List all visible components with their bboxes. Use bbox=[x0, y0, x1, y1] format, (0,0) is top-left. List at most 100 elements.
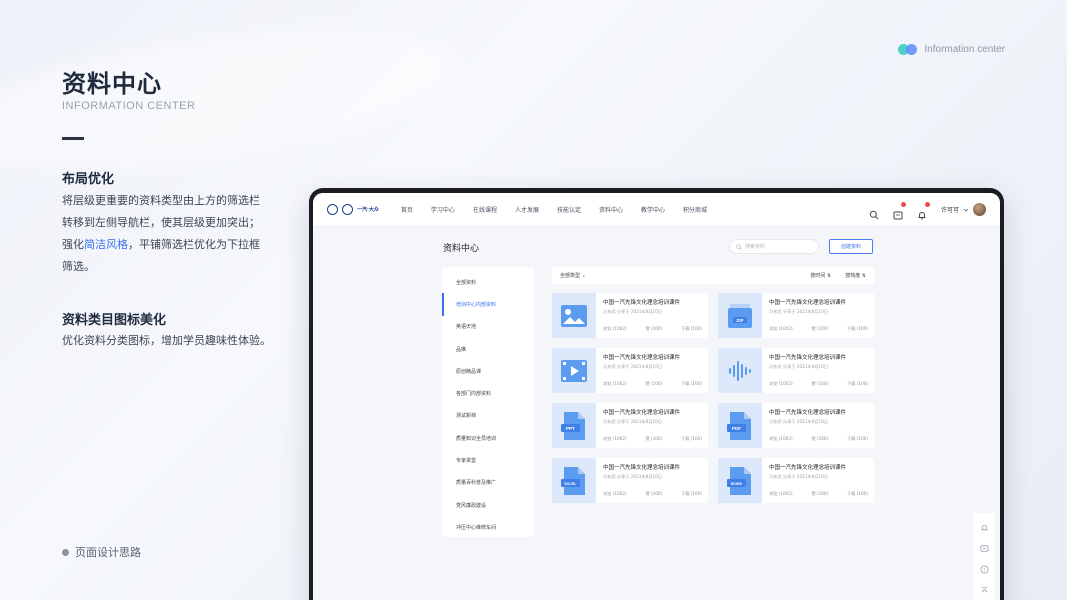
resource-card[interactable]: 中国一汽先锋文化理念培训课件 冯东武 分享于 2021年8月10日 浏览 (1002… bbox=[718, 348, 874, 393]
card-likes[interactable]: 赞 (100) bbox=[811, 326, 828, 332]
sort-by-time[interactable]: 按时间 ⇅ bbox=[810, 272, 831, 279]
resource-card[interactable]: 中国一汽先锋文化理念培训课件 冯东武 分享于 2021年8月10日 浏览 (1002… bbox=[552, 348, 708, 393]
card-downloads[interactable]: 下载 (100) bbox=[681, 381, 702, 387]
card-views: 浏览 (1002) bbox=[769, 381, 793, 386]
card-meta: 冯东武 分享于 2021年8月10日 bbox=[769, 474, 868, 480]
nav-item[interactable]: 技能认定 bbox=[557, 205, 581, 214]
card-likes[interactable]: 赞 (100) bbox=[645, 381, 662, 387]
card-downloads[interactable]: 下载 (100) bbox=[847, 491, 868, 497]
app-screen: 一汽·大众 首页 学习中心 在线课程 人才发展 技能认定 资料中心 教学中心 积… bbox=[313, 193, 1000, 600]
sidebar-item[interactable]: 品推 bbox=[442, 338, 534, 360]
card-likes[interactable]: 赞 (100) bbox=[811, 381, 828, 387]
card-date: 2021年8月10日 bbox=[630, 419, 663, 424]
notification-badge bbox=[924, 201, 930, 207]
nav-item[interactable]: 学习中心 bbox=[431, 205, 455, 214]
help-icon[interactable]: ? bbox=[979, 565, 989, 574]
type-dropdown[interactable]: 全部类型 ⌄ bbox=[560, 272, 586, 279]
card-downloads[interactable]: 下载 (100) bbox=[681, 491, 702, 497]
sidebar-item[interactable]: 质量知识全员培训 bbox=[442, 427, 534, 449]
intro-title: 资料中心 bbox=[62, 70, 162, 98]
sidebar-item[interactable]: 专家讲堂 bbox=[442, 449, 534, 471]
sort-by-hot[interactable]: 按热度 ⇅ bbox=[845, 272, 866, 279]
sidebar-item[interactable]: 测试新档 bbox=[442, 405, 534, 427]
nav-item[interactable]: 资料中心 bbox=[599, 205, 623, 214]
sidebar-item-active[interactable]: 培训中心内部资料 bbox=[442, 293, 534, 316]
sidebar-item[interactable]: 党风廉政建设 bbox=[442, 494, 534, 516]
card-info: 中国一汽先锋文化理念培训课件 冯东武 分享于 2021年8月10日 浏览 (1002… bbox=[762, 293, 874, 338]
bell-icon[interactable] bbox=[917, 201, 930, 220]
search-icon[interactable] bbox=[869, 205, 879, 219]
intro-divider bbox=[62, 137, 84, 140]
right-float-toolbar: ? bbox=[973, 513, 995, 600]
card-sharer: 分享于 bbox=[782, 364, 796, 369]
section1-line: 转移到左侧导航栏，使其层级更加突出； bbox=[62, 216, 260, 229]
card-sharer: 分享于 bbox=[782, 419, 796, 424]
sidebar-item[interactable]: 各部门内部资料 bbox=[442, 382, 534, 404]
card-meta: 冯东武 分享于 2021年8月10日 bbox=[769, 309, 868, 315]
card-meta: 冯东武 分享于 2021年8月10日 bbox=[603, 419, 702, 425]
card-likes[interactable]: 赞 (100) bbox=[645, 326, 662, 332]
nav-right-tools: 许可可 bbox=[869, 201, 986, 220]
card-views: 浏览 (1002) bbox=[769, 491, 793, 496]
card-sharer: 分享于 bbox=[782, 309, 796, 314]
search-icon bbox=[736, 243, 742, 250]
sidebar-item[interactable]: 原创精品课 bbox=[442, 360, 534, 382]
section1-line: 将层级更重要的资料类型由上方的筛选栏 bbox=[62, 194, 260, 207]
resource-card[interactable]: 中国一汽先锋文化理念培训课件 冯东武 分享于 2021年8月10日 浏览 (1002… bbox=[552, 293, 708, 338]
card-title: 中国一汽先锋文化理念培训课件 bbox=[769, 465, 847, 471]
card-date: 2021年8月10日 bbox=[630, 364, 663, 369]
svg-text:PPT: PPT bbox=[566, 426, 575, 431]
chevron-down-icon bbox=[963, 208, 969, 212]
info-logo-icon bbox=[898, 44, 918, 55]
card-stats: 浏览 (1002) 赞 (100) 下载 (100) bbox=[769, 381, 868, 387]
card-downloads[interactable]: 下载 (100) bbox=[681, 326, 702, 332]
word-icon: WORD bbox=[718, 458, 762, 503]
sort-hot-label: 按热度 bbox=[845, 273, 861, 279]
svg-text:EXCEL: EXCEL bbox=[565, 482, 578, 486]
card-views: 浏览 (1002) bbox=[769, 326, 793, 331]
card-author: 冯东武 bbox=[769, 474, 782, 479]
card-downloads[interactable]: 下载 (100) bbox=[847, 436, 868, 442]
card-meta: 冯东武 分享于 2021年8月10日 bbox=[603, 309, 702, 315]
resource-card[interactable]: ZIP 中国一汽先锋文化理念培训课件 冯东武 分享于 2021年8月10日 浏览 (1… bbox=[718, 293, 874, 338]
bullet-dot-icon bbox=[62, 548, 69, 556]
card-downloads[interactable]: 下载 (100) bbox=[681, 436, 702, 442]
message-icon[interactable] bbox=[893, 201, 906, 219]
footer-note-label: 页面设计思路 bbox=[75, 546, 141, 559]
sidebar-item[interactable]: 冲压中心维修车间 bbox=[442, 516, 534, 538]
card-stats: 浏览 (1002) 赞 (100) 下载 (100) bbox=[603, 381, 702, 387]
search-input[interactable]: 搜索资料 bbox=[729, 239, 819, 254]
card-downloads[interactable]: 下载 (100) bbox=[847, 381, 868, 387]
avatar[interactable] bbox=[973, 203, 986, 216]
card-info: 中国一汽先锋文化理念培训课件冯东武 分享于 2021年8月10日 浏览 (1002… bbox=[762, 458, 874, 503]
sidebar-item[interactable]: 英语天地 bbox=[442, 316, 534, 338]
card-downloads[interactable]: 下载 (100) bbox=[847, 326, 868, 332]
user-menu[interactable]: 许可可 bbox=[941, 203, 986, 216]
resource-card[interactable]: PDF 中国一汽先锋文化理念培训课件 冯东武 分享于 2021年8月10日 浏览 (1… bbox=[718, 403, 874, 448]
feedback-icon[interactable] bbox=[979, 544, 989, 553]
create-resource-button[interactable]: 创建资料 bbox=[829, 239, 873, 254]
image-icon bbox=[552, 293, 596, 338]
nav-item[interactable]: 在线课程 bbox=[473, 205, 497, 214]
nav-item[interactable]: 首页 bbox=[401, 205, 413, 214]
card-title: 中国一汽先锋文化理念培训课件 bbox=[769, 355, 847, 361]
card-date: 2021年8月10日 bbox=[796, 309, 829, 314]
card-likes[interactable]: 赞 (100) bbox=[811, 436, 828, 442]
nav-item[interactable]: 人才发展 bbox=[515, 205, 539, 214]
card-likes[interactable]: 赞 (100) bbox=[645, 436, 662, 442]
brand-logo[interactable]: 一汽·大众 bbox=[327, 204, 379, 215]
bell-icon[interactable] bbox=[980, 523, 989, 532]
resource-card[interactable]: WORD 中国一汽先锋文化理念培训课件 冯东武 分享于 2021年8月10日 浏览 (… bbox=[718, 458, 874, 503]
nav-item[interactable]: 积分商城 bbox=[683, 205, 707, 214]
resource-card[interactable]: PPT 中国一汽先锋文化理念培训课件 冯东武 分享于 2021年8月10日 浏览 (1… bbox=[552, 403, 708, 448]
resource-grid: 中国一汽先锋文化理念培训课件 冯东武 分享于 2021年8月10日 浏览 (1002… bbox=[552, 293, 874, 503]
resource-card[interactable]: EXCEL 中国一汽先锋文化理念培训课件 冯东武 分享于 2021年8月10日 浏览 … bbox=[552, 458, 708, 503]
nav-item[interactable]: 教学中心 bbox=[641, 205, 665, 214]
sort-controls: 按时间 ⇅ 按热度 ⇅ bbox=[810, 272, 866, 279]
sidebar-item[interactable]: 质量百科普及推广 bbox=[442, 472, 534, 494]
back-to-top-icon[interactable] bbox=[980, 586, 989, 595]
sidebar-item[interactable]: 全部资料 bbox=[442, 271, 534, 293]
card-likes[interactable]: 赞 (100) bbox=[811, 491, 828, 497]
video-icon bbox=[552, 348, 596, 393]
card-likes[interactable]: 赞 (100) bbox=[645, 491, 662, 497]
